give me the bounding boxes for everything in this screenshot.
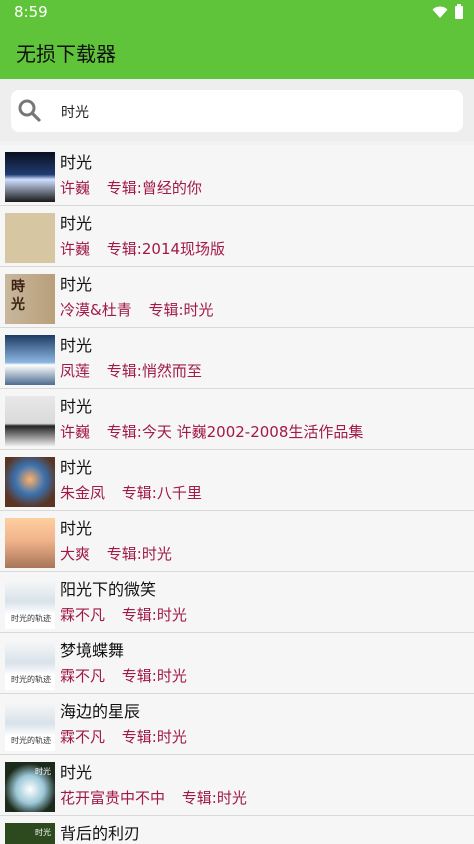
search-input[interactable]: 时光 [61, 102, 89, 122]
song-title: 时光 [60, 214, 93, 233]
song-album: 专辑:2014现场版 [106, 240, 226, 258]
status-icons [432, 4, 464, 20]
song-meta: 霖不凡 专辑:时光 [60, 726, 187, 747]
song-meta: 许巍 专辑:曾经的你 [60, 177, 202, 198]
song-row[interactable]: 时光 背后的利刃 [0, 816, 474, 844]
album-cover [5, 152, 55, 202]
song-meta: 许巍 专辑:2014现场版 [60, 238, 225, 259]
song-title: 时光 [60, 336, 93, 355]
app-bar: 无损下载器 [0, 24, 474, 79]
song-row[interactable]: 时光的轨迹 阳光下的微笑 霖不凡 专辑:时光 [0, 572, 474, 633]
status-bar: 8:59 [0, 0, 474, 24]
song-artist: 大爽 [60, 545, 91, 563]
song-row[interactable]: 时光 许巍 专辑:今天 许巍2002-2008生活作品集 [0, 389, 474, 450]
song-album: 专辑:时光 [181, 789, 247, 807]
cover-text: 时光 [35, 767, 51, 776]
song-meta: 霖不凡 专辑:时光 [60, 665, 187, 686]
song-artist: 许巍 [60, 423, 91, 441]
app-title: 无损下载器 [16, 42, 116, 66]
wifi-icon [432, 6, 448, 18]
album-cover: 時 光 [5, 274, 55, 324]
song-album: 专辑:时光 [121, 667, 187, 685]
search-icon[interactable] [17, 98, 43, 124]
song-row[interactable]: 时光 许巍 专辑:2014现场版 [0, 206, 474, 267]
song-artist: 霖不凡 [60, 667, 106, 685]
song-album: 专辑:时光 [121, 606, 187, 624]
song-row[interactable]: 时光的轨迹 梦境蝶舞 霖不凡 专辑:时光 [0, 633, 474, 694]
cover-text: 光 [11, 297, 25, 313]
song-title: 时光 [60, 763, 93, 782]
song-row[interactable]: 時 光 时光 冷漠&杜青 专辑:时光 [0, 267, 474, 328]
album-cover: 时光的轨迹 [5, 701, 55, 751]
song-artist: 凤莲 [60, 362, 91, 380]
album-cover: 时光 [5, 762, 55, 812]
song-album: 专辑:时光 [121, 728, 187, 746]
song-artist: 霖不凡 [60, 606, 106, 624]
song-meta: 朱金凤 专辑:八千里 [60, 482, 202, 503]
song-row[interactable]: 时光 朱金凤 专辑:八千里 [0, 450, 474, 511]
cover-text: 时光的轨迹 [11, 736, 51, 745]
song-album: 专辑:悄然而至 [106, 362, 202, 380]
album-cover: 时光 [5, 823, 55, 844]
status-time: 8:59 [14, 3, 48, 21]
song-title: 时光 [60, 397, 93, 416]
song-title: 时光 [60, 275, 93, 294]
album-cover [5, 518, 55, 568]
song-title: 海边的星辰 [60, 702, 141, 721]
album-cover [5, 396, 55, 446]
song-artist: 朱金凤 [60, 484, 106, 502]
song-list: 时光 许巍 专辑:曾经的你 时光 许巍 专辑:2014现场版 時 光 时光 冷漠… [0, 145, 474, 844]
cover-text: 时光的轨迹 [11, 614, 51, 623]
battery-icon [455, 4, 463, 19]
cover-text: 时光的轨迹 [11, 675, 51, 684]
song-title: 背后的利刃 [60, 824, 141, 843]
song-row[interactable]: 时光 大爽 专辑:时光 [0, 511, 474, 572]
song-album: 专辑:今天 许巍2002-2008生活作品集 [106, 423, 364, 441]
song-meta: 冷漠&杜青 专辑:时光 [60, 299, 214, 320]
song-meta: 凤莲 专辑:悄然而至 [60, 360, 202, 381]
song-title: 时光 [60, 458, 93, 477]
song-album: 专辑:曾经的你 [106, 179, 202, 197]
song-title: 时光 [60, 153, 93, 172]
song-row[interactable]: 时光 许巍 专辑:曾经的你 [0, 145, 474, 206]
album-cover [5, 457, 55, 507]
song-title: 时光 [60, 519, 93, 538]
song-meta: 大爽 专辑:时光 [60, 543, 172, 564]
song-row[interactable]: 时光 时光 花开富贵中不中 专辑:时光 [0, 755, 474, 816]
search-field[interactable]: 时光 [11, 90, 463, 132]
cover-text: 时光 [35, 828, 51, 837]
song-meta: 花开富贵中不中 专辑:时光 [60, 787, 247, 808]
song-title: 阳光下的微笑 [60, 580, 157, 599]
song-artist: 霖不凡 [60, 728, 106, 746]
song-meta: 许巍 专辑:今天 许巍2002-2008生活作品集 [60, 421, 363, 442]
song-album: 专辑:时光 [106, 545, 172, 563]
song-artist: 许巍 [60, 240, 91, 258]
album-cover: 时光的轨迹 [5, 640, 55, 690]
album-cover: 时光的轨迹 [5, 579, 55, 629]
album-cover [5, 213, 55, 263]
song-artist: 冷漠&杜青 [60, 301, 132, 319]
song-album: 专辑:时光 [148, 301, 214, 319]
search-bar-container: 时光 [0, 79, 474, 141]
cover-text: 時 [11, 279, 25, 295]
song-row[interactable]: 时光的轨迹 海边的星辰 霖不凡 专辑:时光 [0, 694, 474, 755]
song-artist: 花开富贵中不中 [60, 789, 166, 807]
album-cover [5, 335, 55, 385]
song-title: 梦境蝶舞 [60, 641, 125, 660]
song-artist: 许巍 [60, 179, 91, 197]
song-album: 专辑:八千里 [121, 484, 202, 502]
song-row[interactable]: 时光 凤莲 专辑:悄然而至 [0, 328, 474, 389]
song-meta: 霖不凡 专辑:时光 [60, 604, 187, 625]
